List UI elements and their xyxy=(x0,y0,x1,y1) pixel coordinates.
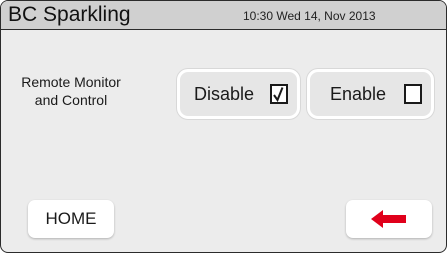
app-title: BC Sparkling xyxy=(8,3,131,26)
title-bar: BC Sparkling 10:30 Wed 14, Nov 2013 xyxy=(1,1,446,30)
setting-label-line1: Remote Monitor xyxy=(21,74,121,90)
disable-option-label: Disable xyxy=(194,83,255,104)
disable-checkbox[interactable] xyxy=(270,84,288,104)
back-arrow-icon xyxy=(371,210,406,228)
app-screen: BC Sparkling 10:30 Wed 14, Nov 2013 Remo… xyxy=(0,0,447,253)
enable-option-label: Enable xyxy=(330,83,387,104)
enable-option-button[interactable]: Enable xyxy=(307,69,434,119)
date-time: 10:30 Wed 14, Nov 2013 xyxy=(243,9,376,23)
home-button-label: HOME xyxy=(45,209,97,228)
setting-label: Remote Monitor and Control xyxy=(7,73,135,109)
checkmark-icon xyxy=(273,87,284,102)
enable-checkbox[interactable] xyxy=(404,84,422,104)
setting-label-line2: and Control xyxy=(34,92,108,108)
home-button[interactable]: HOME xyxy=(28,200,114,238)
disable-option-button[interactable]: Disable xyxy=(177,69,300,119)
back-button[interactable] xyxy=(346,200,432,238)
